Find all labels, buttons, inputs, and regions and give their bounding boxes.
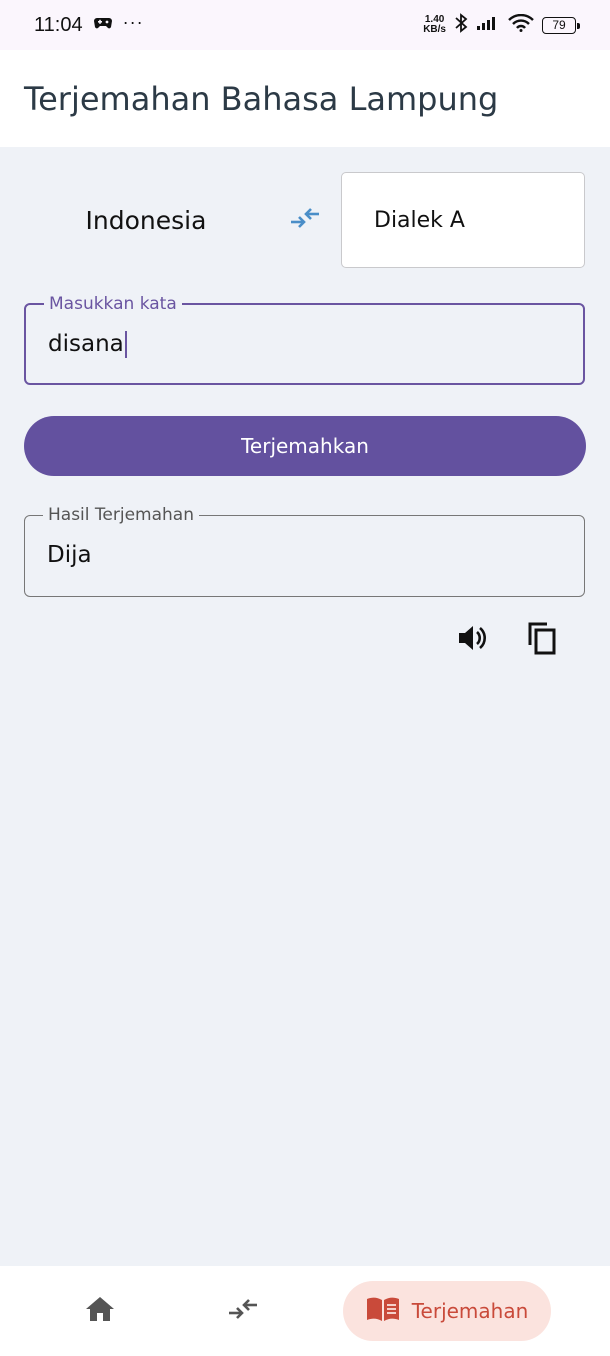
text-caret (124, 331, 127, 358)
wifi-icon (508, 13, 534, 37)
status-bar: 11:04 ··· 1.40 KB/s 79 (0, 0, 610, 50)
word-input-text: disana (48, 331, 124, 357)
target-language-selector[interactable]: Dialek A (341, 172, 585, 268)
status-more-dots: ··· (122, 11, 144, 32)
nav-item-home[interactable] (70, 1286, 130, 1336)
nav-item-swap[interactable] (213, 1286, 273, 1336)
screen: 11:04 ··· 1.40 KB/s 79 Terjemahan Bahasa… (0, 0, 610, 1356)
home-icon (85, 1296, 115, 1326)
swap-arrows-icon (288, 206, 322, 234)
target-language-label: Dialek A (374, 207, 465, 233)
speaker-icon (456, 623, 488, 657)
word-input-value[interactable]: disana (48, 331, 127, 358)
source-language-label: Indonesia (85, 205, 207, 235)
translate-button[interactable]: Terjemahkan (24, 416, 586, 476)
status-right: 1.40 KB/s 79 (423, 12, 580, 38)
app-bar: Terjemahan Bahasa Lampung (0, 50, 610, 147)
speak-button[interactable] (452, 620, 492, 660)
nav-item-terjemahan-label: Terjemahan (411, 1299, 529, 1323)
network-speed: 1.40 KB/s (423, 15, 446, 35)
page-title: Terjemahan Bahasa Lampung (24, 79, 499, 118)
translation-result-label: Hasil Terjemahan (43, 504, 199, 526)
word-input-label: Masukkan kata (44, 293, 182, 315)
swap-languages-button[interactable] (283, 200, 327, 240)
copy-icon (528, 621, 558, 659)
word-input-field[interactable]: Masukkan kata disana (24, 293, 585, 385)
bottom-navigation: Terjemahan (0, 1266, 610, 1356)
book-icon (366, 1296, 400, 1326)
battery-level: 79 (552, 18, 566, 32)
battery-indicator: 79 (542, 16, 580, 34)
swap-arrows-icon (226, 1297, 260, 1325)
game-controller-icon (93, 15, 113, 36)
source-language-selector[interactable]: Indonesia (24, 172, 268, 268)
network-speed-unit: KB/s (423, 24, 446, 35)
status-left: 11:04 ··· (34, 11, 144, 37)
bluetooth-icon (454, 12, 468, 38)
translation-result-field: Hasil Terjemahan Dija (24, 504, 585, 597)
nav-item-terjemahan[interactable]: Terjemahan (343, 1281, 551, 1341)
signal-icon (476, 15, 500, 36)
copy-button[interactable] (523, 620, 563, 660)
status-time: 11:04 (34, 13, 83, 36)
translation-result-value: Dija (47, 542, 92, 568)
